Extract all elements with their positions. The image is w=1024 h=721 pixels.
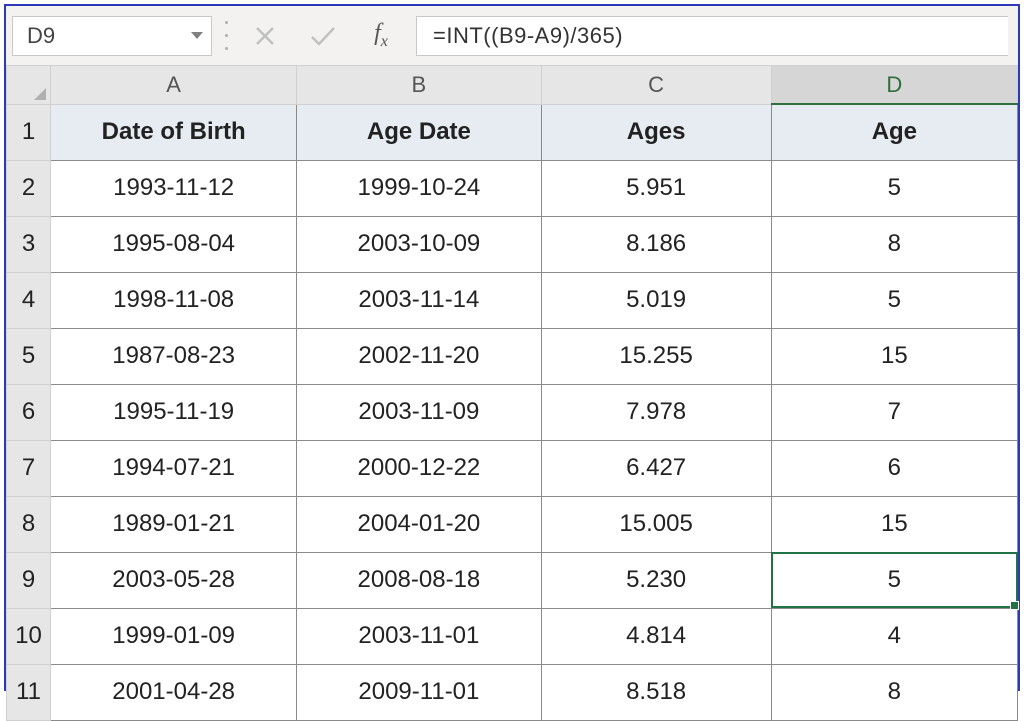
cell-a10[interactable]: 1999-01-09 — [51, 608, 297, 664]
row-header-4[interactable]: 4 — [7, 272, 51, 328]
row-header-11[interactable]: 11 — [7, 664, 51, 720]
cell-c10[interactable]: 4.814 — [541, 608, 771, 664]
cell-c1[interactable]: Ages — [541, 104, 771, 160]
cell-a2[interactable]: 1993-11-12 — [51, 160, 297, 216]
cell-c11[interactable]: 8.518 — [541, 664, 771, 720]
app-frame: D9 fx =INT((B9-A9)/365) — [4, 4, 1020, 691]
cell-c2[interactable]: 5.951 — [541, 160, 771, 216]
separator-dots — [222, 17, 230, 55]
cell-b11[interactable]: 2009-11-01 — [297, 664, 541, 720]
cancel-formula-button[interactable] — [250, 21, 280, 51]
formula-bar-buttons: fx — [240, 21, 406, 51]
cell-d7[interactable]: 6 — [771, 440, 1017, 496]
cell-b10[interactable]: 2003-11-01 — [297, 608, 541, 664]
cell-b4[interactable]: 2003-11-14 — [297, 272, 541, 328]
formula-input[interactable]: =INT((B9-A9)/365) — [416, 16, 1008, 56]
row-header-8[interactable]: 8 — [7, 496, 51, 552]
column-header-b[interactable]: B — [297, 66, 541, 104]
cell-b9[interactable]: 2008-08-18 — [297, 552, 541, 608]
cell-d4[interactable]: 5 — [771, 272, 1017, 328]
cell-a1[interactable]: Date of Birth — [51, 104, 297, 160]
row-header-9[interactable]: 9 — [7, 552, 51, 608]
column-header-d[interactable]: D — [771, 66, 1017, 104]
enter-formula-button[interactable] — [308, 21, 338, 51]
column-header-c[interactable]: C — [541, 66, 771, 104]
cell-b8[interactable]: 2004-01-20 — [297, 496, 541, 552]
formula-text: =INT((B9-A9)/365) — [433, 23, 623, 49]
row-header-5[interactable]: 5 — [7, 328, 51, 384]
cell-a9[interactable]: 2003-05-28 — [51, 552, 297, 608]
name-box[interactable]: D9 — [12, 16, 212, 56]
row-header-10[interactable]: 10 — [7, 608, 51, 664]
cell-c9[interactable]: 5.230 — [541, 552, 771, 608]
row-header-1[interactable]: 1 — [7, 104, 51, 160]
cell-d2[interactable]: 5 — [771, 160, 1017, 216]
row-header-2[interactable]: 2 — [7, 160, 51, 216]
cell-b6[interactable]: 2003-11-09 — [297, 384, 541, 440]
cell-a8[interactable]: 1989-01-21 — [51, 496, 297, 552]
select-all-corner[interactable] — [7, 66, 51, 104]
cell-b5[interactable]: 2002-11-20 — [297, 328, 541, 384]
cell-d9[interactable]: 5 — [771, 552, 1017, 608]
cell-c7[interactable]: 6.427 — [541, 440, 771, 496]
cell-a6[interactable]: 1995-11-19 — [51, 384, 297, 440]
cell-b1[interactable]: Age Date — [297, 104, 541, 160]
cell-d8[interactable]: 15 — [771, 496, 1017, 552]
spreadsheet-grid[interactable]: A B C D 1 Date of Birth Age Date Ages Ag… — [6, 66, 1018, 721]
cell-c6[interactable]: 7.978 — [541, 384, 771, 440]
cell-d3[interactable]: 8 — [771, 216, 1017, 272]
cell-d5[interactable]: 15 — [771, 328, 1017, 384]
cell-c5[interactable]: 15.255 — [541, 328, 771, 384]
name-box-value: D9 — [27, 23, 183, 49]
cell-a3[interactable]: 1995-08-04 — [51, 216, 297, 272]
cell-b3[interactable]: 2003-10-09 — [297, 216, 541, 272]
cell-c4[interactable]: 5.019 — [541, 272, 771, 328]
cell-d11[interactable]: 8 — [771, 664, 1017, 720]
row-header-7[interactable]: 7 — [7, 440, 51, 496]
cell-c3[interactable]: 8.186 — [541, 216, 771, 272]
cell-c8[interactable]: 15.005 — [541, 496, 771, 552]
row-header-6[interactable]: 6 — [7, 384, 51, 440]
formula-bar: D9 fx =INT((B9-A9)/365) — [6, 6, 1018, 66]
cell-d1[interactable]: Age — [771, 104, 1017, 160]
cell-a5[interactable]: 1987-08-23 — [51, 328, 297, 384]
cell-a7[interactable]: 1994-07-21 — [51, 440, 297, 496]
cell-a4[interactable]: 1998-11-08 — [51, 272, 297, 328]
cell-a11[interactable]: 2001-04-28 — [51, 664, 297, 720]
cell-b7[interactable]: 2000-12-22 — [297, 440, 541, 496]
cell-d6[interactable]: 7 — [771, 384, 1017, 440]
insert-function-button[interactable]: fx — [366, 21, 396, 51]
chevron-down-icon[interactable] — [191, 32, 203, 39]
column-header-a[interactable]: A — [51, 66, 297, 104]
row-header-3[interactable]: 3 — [7, 216, 51, 272]
cell-d10[interactable]: 4 — [771, 608, 1017, 664]
cell-b2[interactable]: 1999-10-24 — [297, 160, 541, 216]
